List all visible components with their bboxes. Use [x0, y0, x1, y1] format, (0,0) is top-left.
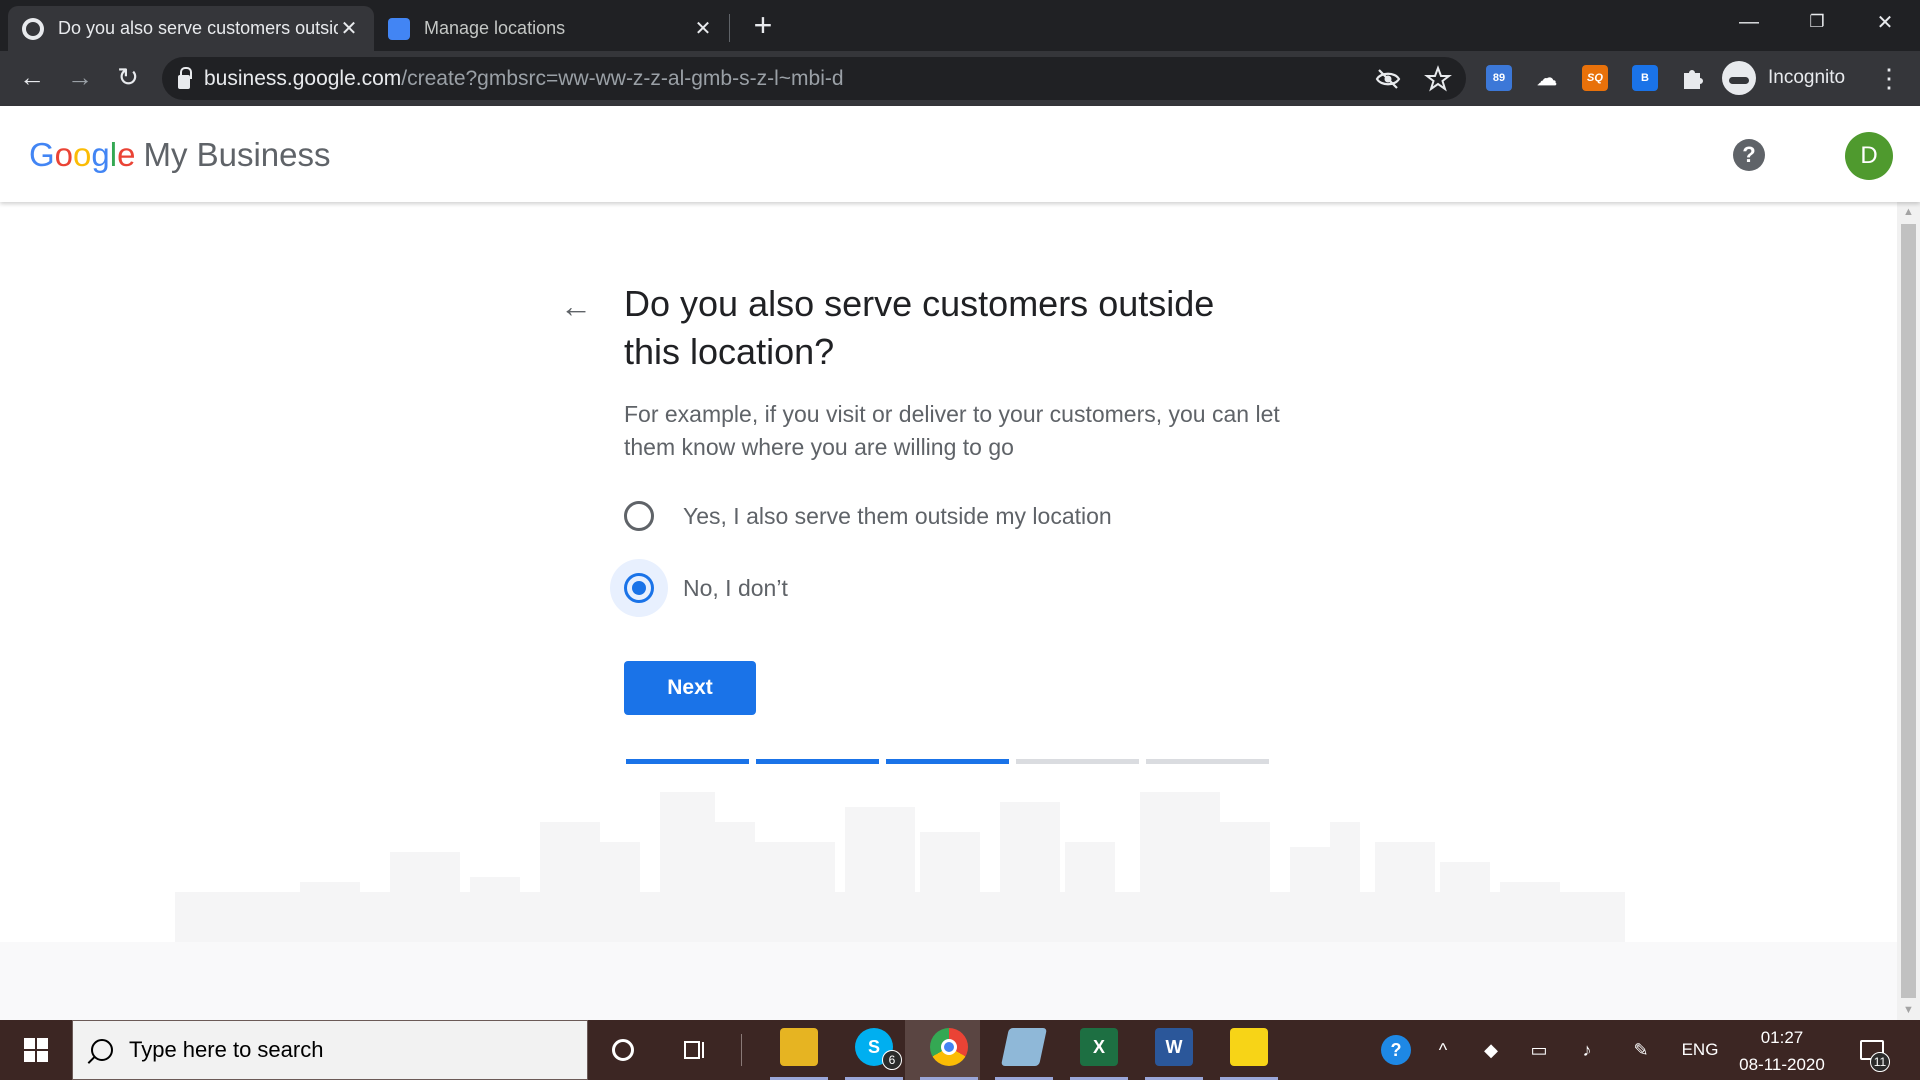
reload-button[interactable]: ↻ [108, 57, 148, 97]
clock-time: 01:27 [1760, 1028, 1804, 1047]
app-header: Google My Business ? D [0, 106, 1920, 202]
logo-letter: l [109, 136, 118, 173]
language-indicator[interactable]: ENG [1678, 1030, 1722, 1070]
word-icon[interactable]: W [1155, 1028, 1193, 1066]
sticky-notes-icon[interactable] [1230, 1028, 1268, 1066]
progress-step [1146, 759, 1269, 764]
ext-cloud-icon[interactable]: ☁ [1534, 65, 1560, 91]
gmb-favicon-icon [388, 17, 410, 40]
close-window-button[interactable]: ✕ [1850, 0, 1920, 44]
restore-button[interactable]: ❐ [1782, 0, 1852, 44]
tab-active[interactable]: Do you also serve customers outside this… [8, 6, 374, 51]
star-icon[interactable] [1424, 65, 1452, 93]
scroll-down-icon[interactable]: ▼ [1897, 1000, 1920, 1020]
tab-close-icon[interactable]: ✕ [338, 16, 360, 41]
option-no[interactable]: No, I don’t [610, 558, 1230, 618]
excel-icon[interactable]: X [1080, 1028, 1118, 1066]
volume-icon[interactable]: ♪ [1572, 1030, 1602, 1070]
task-view-icon[interactable] [675, 1030, 715, 1070]
page-scrollbar[interactable]: ▲ ▼ [1897, 202, 1920, 1020]
progress-step [756, 759, 879, 764]
logo-letter: e [117, 136, 136, 173]
notification-count-badge: 11 [1870, 1052, 1890, 1072]
search-icon [91, 1039, 113, 1061]
option-yes[interactable]: Yes, I also serve them outside my locati… [610, 486, 1230, 546]
start-button[interactable] [0, 1020, 72, 1080]
browser-menu-icon[interactable]: ⋮ [1876, 61, 1902, 95]
address-bar[interactable]: business.google.com/create?gmbsrc=ww-ww-… [162, 57, 1466, 100]
page-title: Do you also serve customers outside this… [624, 283, 1215, 372]
battery-icon[interactable]: ▭ [1524, 1030, 1554, 1070]
cortana-icon[interactable] [603, 1030, 643, 1070]
tab-manage-locations[interactable]: Manage locations ✕ [374, 6, 728, 51]
windows-taskbar: Type here to search S 6 X W ? ^ ◆ ▭ ♪ ✎ … [0, 1020, 1920, 1080]
new-tab-button[interactable]: + [748, 8, 778, 42]
dropbox-icon[interactable]: ◆ [1476, 1030, 1506, 1070]
radio-button-no[interactable] [624, 573, 654, 603]
incognito-icon [1722, 61, 1756, 95]
radio-button-yes[interactable] [624, 501, 654, 531]
main-content: ← Do you also serve customers outside th… [0, 202, 1897, 1020]
help-tray-icon[interactable]: ? [1376, 1030, 1416, 1070]
tab-title: Do you also serve customers outside this… [58, 18, 338, 38]
browser-toolbar: ← → ↻ business.google.com/create?gmbsrc=… [0, 51, 1920, 106]
product-name: My Business [143, 136, 331, 173]
url-host: business.google.com [204, 66, 402, 90]
logo-letter: G [29, 136, 55, 173]
show-hidden-icons-icon[interactable]: ^ [1428, 1030, 1458, 1070]
file-explorer-icon[interactable] [780, 1028, 818, 1066]
help-icon[interactable]: ? [1733, 139, 1765, 171]
clock-date: 08-11-2020 [1739, 1055, 1825, 1074]
progress-step [1016, 759, 1139, 764]
clock[interactable]: 01:27 08-11-2020 [1728, 1024, 1836, 1078]
ext-89-icon[interactable]: 89 [1486, 65, 1512, 91]
option-label: No, I don’t [683, 574, 788, 601]
windows-logo-icon [24, 1038, 48, 1062]
logo-letter: o [73, 136, 92, 173]
profile-label: Incognito [1768, 67, 1846, 88]
extensions-puzzle-icon[interactable] [1678, 65, 1706, 93]
pen-icon[interactable]: ✎ [1626, 1030, 1656, 1070]
taskbar-search-input[interactable]: Type here to search [72, 1020, 588, 1080]
taskbar-divider [741, 1034, 742, 1066]
radio-container[interactable] [610, 487, 668, 545]
option-label: Yes, I also serve them outside my locati… [683, 502, 1112, 529]
minimize-button[interactable]: — [1714, 0, 1784, 44]
ext-doc-icon[interactable]: B [1632, 65, 1658, 91]
browser-tab-strip: Do you also serve customers outside this… [0, 0, 1920, 51]
logo-letter: o [54, 136, 74, 173]
forward-button[interactable]: → [60, 57, 100, 97]
back-arrow-icon[interactable]: ← [558, 288, 594, 324]
step-progress-bar [626, 759, 1269, 764]
account-avatar[interactable]: D [1845, 132, 1893, 180]
tab-close-icon[interactable]: ✕ [692, 16, 714, 41]
tab-separator [729, 14, 730, 42]
scroll-thumb[interactable] [1901, 224, 1916, 998]
radio-container[interactable] [610, 559, 668, 617]
search-placeholder: Type here to search [129, 1037, 324, 1062]
url-path: /create?gmbsrc=ww-ww-z-z-al-gmb-s-z-l~mb… [401, 66, 844, 90]
eye-off-icon[interactable] [1374, 65, 1402, 93]
next-button[interactable]: Next [624, 661, 756, 715]
globe-icon [22, 17, 44, 40]
page-description: For example, if you visit or deliver to … [624, 401, 1280, 460]
skype-badge: 6 [882, 1050, 902, 1070]
tab-title: Manage locations [424, 18, 566, 38]
incognito-profile-button[interactable]: Incognito [1722, 58, 1845, 98]
chrome-icon[interactable] [930, 1028, 968, 1066]
progress-step [626, 759, 749, 764]
google-my-business-logo[interactable]: Google My Business [29, 136, 331, 174]
notepad-icon[interactable] [1000, 1028, 1048, 1066]
scroll-up-icon[interactable]: ▲ [1897, 202, 1920, 222]
back-button[interactable]: ← [12, 57, 52, 97]
progress-step [886, 759, 1009, 764]
lock-icon [178, 66, 192, 89]
logo-letter: g [91, 136, 110, 173]
ext-sq-icon[interactable]: SQ [1582, 65, 1608, 91]
